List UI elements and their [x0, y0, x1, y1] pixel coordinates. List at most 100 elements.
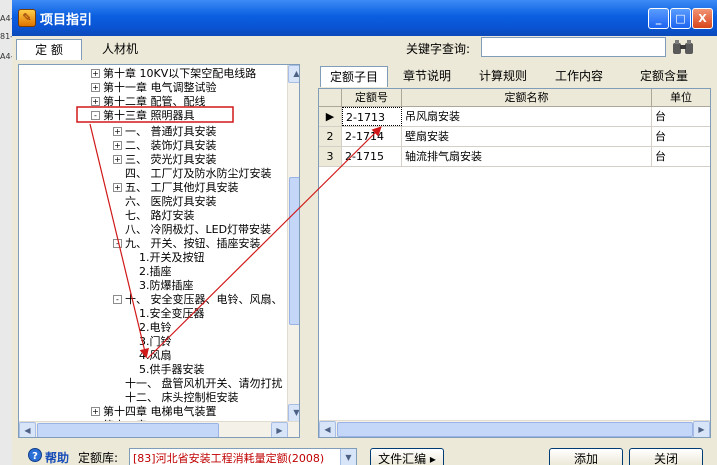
cell-code[interactable]: 2-1715: [342, 147, 402, 166]
help-icon[interactable]: ?: [28, 448, 42, 462]
tab-work-content[interactable]: 工作内容: [546, 66, 612, 86]
file-compilation-button[interactable]: 文件汇编 ▸: [370, 448, 444, 465]
help-link[interactable]: 帮助: [45, 449, 69, 465]
title-bar[interactable]: ✎ 项目指引 _ □ X: [12, 0, 717, 36]
binoculars-icon[interactable]: [672, 39, 694, 55]
tree-node[interactable]: 七、 路灯安装: [113, 209, 195, 223]
menu-arrow-icon: ▸: [429, 452, 436, 465]
cell-code[interactable]: 2-1713: [342, 107, 402, 126]
tree-node[interactable]: 八、 冷阴极灯、LED灯带安装: [113, 223, 271, 237]
cell-name[interactable]: 轴流排气扇安装: [402, 147, 652, 166]
cell-unit[interactable]: 台: [652, 147, 710, 166]
tree-node[interactable]: 四、 工厂灯及防水防尘灯安装: [113, 167, 272, 181]
scroll-left-icon[interactable]: ◀: [19, 422, 36, 437]
tree-node-label: 四、 工厂灯及防水防尘灯安装: [125, 167, 272, 180]
tree-node[interactable]: + 第十四章 电梯电气装置: [91, 405, 217, 419]
file-compilation-label: 文件汇编: [378, 452, 427, 465]
quota-items-table: 定额号 定额名称 单位 ▶ 2-1713 吊风扇安装 台 2 2-1714 壁扇…: [318, 88, 711, 438]
tree-node[interactable]: + 三、 荧光灯具安装: [113, 153, 217, 167]
chapter-tree-panel: + 第十章 10KV以下架空配电线路 + 第十一章 电气调整试验 + 第十二章 配管、配线…: [18, 64, 300, 438]
expand-icon[interactable]: +: [91, 83, 100, 92]
chapter-tree: + 第十章 10KV以下架空配电线路 + 第十一章 电气调整试验 + 第十二章 配管、配线…: [19, 65, 287, 421]
tab-quota-items[interactable]: 定额子目: [320, 66, 388, 87]
table-horizontal-scrollbar[interactable]: ◀ ▶: [319, 420, 710, 437]
collapse-icon[interactable]: -: [113, 295, 122, 304]
quota-detail-panel: 定额子目 章节说明 计算规则 工作内容 定额含量 定额号 定额名称 单位 ▶ 2…: [318, 64, 711, 438]
tree-node[interactable]: 3.门铃: [127, 335, 172, 349]
tree-node[interactable]: 1.开关及按钮: [127, 251, 205, 265]
tree-node[interactable]: 5.供手器安装: [127, 363, 205, 377]
header-code: 定额号: [342, 89, 402, 106]
tab-calc-rules[interactable]: 计算规则: [470, 66, 536, 86]
tree-node-label: 二、 装饰灯具安装: [125, 139, 217, 152]
header-unit: 单位: [670, 91, 692, 104]
tab-chapter-notes[interactable]: 章节说明: [394, 66, 460, 86]
scroll-left-icon[interactable]: ◀: [319, 421, 336, 437]
table-row[interactable]: 2 2-1714 壁扇安装 台: [319, 127, 710, 147]
tree-node[interactable]: - 第十三章 照明器具: [91, 109, 195, 123]
keyword-search-input[interactable]: [481, 37, 666, 57]
add-button[interactable]: 添加: [549, 448, 623, 465]
scroll-up-icon[interactable]: ▲: [288, 65, 299, 83]
cell-name[interactable]: 壁扇安装: [402, 127, 652, 146]
expand-icon[interactable]: +: [91, 407, 100, 416]
table-row[interactable]: 3 2-1715 轴流排气扇安装 台: [319, 147, 710, 167]
table-row[interactable]: ▶ 2-1713 吊风扇安装 台: [319, 107, 710, 127]
cell-name[interactable]: 吊风扇安装: [402, 107, 652, 126]
tree-vertical-scrollbar[interactable]: ▲ ▼: [287, 65, 299, 422]
tree-node-label: 三、 荧光灯具安装: [125, 153, 217, 166]
tree-node[interactable]: 1.安全变压器: [127, 307, 205, 321]
cell-unit[interactable]: 台: [652, 127, 710, 146]
combo-arrow-icon[interactable]: ▼: [340, 449, 356, 465]
scroll-down-icon[interactable]: ▼: [288, 404, 299, 422]
collapse-icon[interactable]: -: [91, 111, 100, 120]
maximize-button[interactable]: □: [670, 8, 691, 29]
bottom-bar: ? 帮助 定额库: [83]河北省安装工程消耗量定额(2008) ▼ 文件汇编 …: [12, 446, 717, 465]
close-button[interactable]: X: [692, 8, 713, 29]
tree-node[interactable]: 2.插座: [127, 265, 172, 279]
tab-labor-material-machine[interactable]: 人材机: [88, 39, 152, 59]
tree-node-label: 十一、 盘管风机开关、请勿打扰: [125, 377, 283, 390]
tree-node[interactable]: + 第十二章 配管、配线: [91, 95, 206, 109]
tree-node[interactable]: + 第十一章 电气调整试验: [91, 81, 217, 95]
tree-node[interactable]: 2.电铃: [127, 321, 172, 335]
expand-icon[interactable]: +: [113, 155, 122, 164]
close-dialog-button[interactable]: 关闭: [629, 448, 703, 465]
svg-text:?: ?: [32, 451, 38, 462]
tree-node-label: 第十四章 电梯电气装置: [103, 405, 217, 418]
keyword-search-label: 关键字查询:: [406, 42, 471, 56]
collapse-icon[interactable]: -: [113, 239, 122, 248]
tree-node[interactable]: 十一、 盘管风机开关、请勿打扰: [113, 377, 283, 391]
minimize-button[interactable]: _: [648, 8, 669, 29]
tree-node[interactable]: + 一、 普通灯具安装: [113, 125, 217, 139]
tree-node[interactable]: - 九、 开关、按钮、插座安装: [113, 237, 261, 251]
scroll-thumb[interactable]: [37, 423, 219, 437]
top-toolbar: 定 额 人材机 关键字查询:: [12, 36, 717, 60]
app-icon: ✎: [18, 9, 36, 27]
cell-unit[interactable]: 台: [652, 107, 710, 126]
tree-node[interactable]: 4.风扇: [127, 349, 172, 363]
tree-node[interactable]: + 第十章 10KV以下架空配电线路: [91, 67, 256, 81]
tree-node[interactable]: 3.防爆插座: [127, 279, 194, 293]
tab-quota[interactable]: 定 额: [16, 39, 82, 60]
expand-icon[interactable]: +: [91, 69, 100, 78]
scroll-thumb[interactable]: [289, 177, 299, 325]
quota-library-select[interactable]: [83]河北省安装工程消耗量定额(2008) ▼: [129, 448, 357, 465]
tree-node[interactable]: + 二、 装饰灯具安装: [113, 139, 217, 153]
tree-node-label: 一、 普通灯具安装: [125, 125, 217, 138]
scroll-right-icon[interactable]: ▶: [693, 421, 710, 437]
tree-node[interactable]: - 十、 安全变压器、电铃、风扇、: [113, 293, 283, 307]
tree-node[interactable]: + 五、 工厂其他灯具安装: [113, 181, 239, 195]
expand-icon[interactable]: +: [113, 141, 122, 150]
expand-icon[interactable]: +: [113, 127, 122, 136]
tree-node-label: 第十二章 配管、配线: [103, 95, 206, 108]
tab-quota-content[interactable]: 定额含量: [624, 66, 704, 86]
cell-code[interactable]: 2-1714: [342, 127, 402, 146]
expand-icon[interactable]: +: [91, 97, 100, 106]
expand-icon[interactable]: +: [113, 183, 122, 192]
tree-node[interactable]: 十二、 床头控制柜安装: [113, 391, 239, 405]
tree-node[interactable]: 六、 医院灯具安装: [113, 195, 217, 209]
scroll-right-icon[interactable]: ▶: [271, 422, 288, 437]
tree-horizontal-scrollbar[interactable]: ◀ ▶: [19, 421, 299, 437]
scroll-thumb[interactable]: [337, 422, 693, 437]
